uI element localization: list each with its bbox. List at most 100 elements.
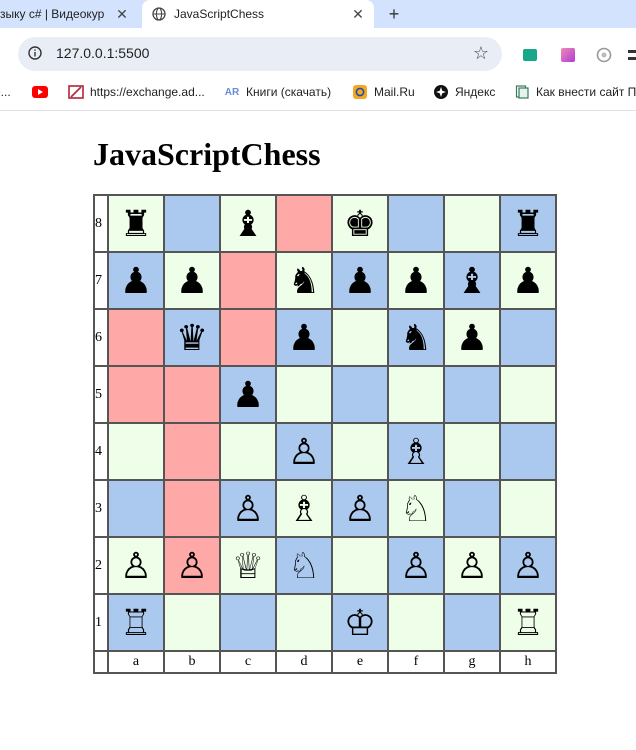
square-f6[interactable]: ♞ [387, 308, 445, 367]
bookmark-youtube[interactable] [32, 85, 54, 99]
square-d6[interactable]: ♟ [275, 308, 333, 367]
chess-piece[interactable]: ♙ [176, 546, 208, 586]
square-h6[interactable] [499, 308, 557, 367]
square-h4[interactable] [499, 422, 557, 481]
square-b5[interactable] [163, 365, 221, 424]
square-e1[interactable]: ♔ [331, 593, 389, 652]
square-d2[interactable]: ♘ [275, 536, 333, 595]
square-f1[interactable] [387, 593, 445, 652]
tab-active[interactable]: JavaScriptChess ✕ [142, 0, 374, 28]
bookmark-books[interactable]: AR Книги (скачать) [224, 85, 331, 99]
square-b6[interactable]: ♛ [163, 308, 221, 367]
extension-green-icon[interactable] [522, 47, 538, 63]
square-f5[interactable] [387, 365, 445, 424]
chess-piece[interactable]: ♙ [232, 489, 264, 529]
close-icon[interactable]: ✕ [114, 6, 130, 22]
chess-piece[interactable]: ♙ [512, 546, 544, 586]
chess-piece[interactable]: ♖ [512, 603, 544, 643]
square-e3[interactable]: ♙ [331, 479, 389, 538]
bookmark-page[interactable]: Как внести сайт П [514, 85, 636, 99]
chess-piece[interactable]: ♜ [512, 204, 544, 244]
square-a2[interactable]: ♙ [107, 536, 165, 595]
extension-gray-icon[interactable] [596, 47, 612, 63]
chess-piece[interactable]: ♙ [288, 432, 320, 472]
chess-piece[interactable]: ♙ [456, 546, 488, 586]
square-f7[interactable]: ♟ [387, 251, 445, 310]
square-g2[interactable]: ♙ [443, 536, 501, 595]
square-d8[interactable] [275, 194, 333, 253]
chess-piece[interactable]: ♜ [120, 204, 152, 244]
chess-piece[interactable]: ♙ [344, 489, 376, 529]
square-e8[interactable]: ♚ [331, 194, 389, 253]
square-c6[interactable] [219, 308, 277, 367]
square-b1[interactable] [163, 593, 221, 652]
square-g1[interactable] [443, 593, 501, 652]
chess-piece[interactable]: ♗ [400, 432, 432, 472]
square-c4[interactable] [219, 422, 277, 481]
square-g5[interactable] [443, 365, 501, 424]
square-g3[interactable] [443, 479, 501, 538]
chess-piece[interactable]: ♕ [232, 546, 264, 586]
chess-piece[interactable]: ♟ [232, 375, 264, 415]
chess-piece[interactable]: ♟ [512, 261, 544, 301]
chess-piece[interactable]: ♝ [232, 204, 264, 244]
square-d7[interactable]: ♞ [275, 251, 333, 310]
tab-inactive[interactable]: зыку c# | Видеокур ✕ [0, 0, 138, 28]
square-a3[interactable] [107, 479, 165, 538]
square-b3[interactable] [163, 479, 221, 538]
square-a5[interactable] [107, 365, 165, 424]
square-e4[interactable] [331, 422, 389, 481]
bookmark-item[interactable]: е... [0, 85, 11, 99]
square-e2[interactable] [331, 536, 389, 595]
square-g7[interactable]: ♝ [443, 251, 501, 310]
square-e5[interactable] [331, 365, 389, 424]
square-c2[interactable]: ♕ [219, 536, 277, 595]
square-c5[interactable]: ♟ [219, 365, 277, 424]
chess-piece[interactable]: ♙ [400, 546, 432, 586]
chess-piece[interactable]: ♞ [288, 261, 320, 301]
chess-piece[interactable]: ♘ [288, 546, 320, 586]
square-b4[interactable] [163, 422, 221, 481]
square-c7[interactable] [219, 251, 277, 310]
square-g6[interactable]: ♟ [443, 308, 501, 367]
close-icon[interactable]: ✕ [350, 6, 366, 22]
chess-piece[interactable]: ♚ [344, 204, 376, 244]
chess-piece[interactable]: ♝ [456, 261, 488, 301]
square-d3[interactable]: ♗ [275, 479, 333, 538]
extension-partial-icon[interactable] [626, 47, 636, 63]
square-h5[interactable] [499, 365, 557, 424]
square-e6[interactable] [331, 308, 389, 367]
square-b7[interactable]: ♟ [163, 251, 221, 310]
chess-piece[interactable]: ♟ [456, 318, 488, 358]
bookmark-star-icon[interactable]: ☆ [472, 44, 490, 62]
bookmark-exchange[interactable]: https://exchange.ad... [68, 85, 205, 99]
square-c1[interactable] [219, 593, 277, 652]
square-g4[interactable] [443, 422, 501, 481]
bookmark-yandex[interactable]: Яндекс [433, 85, 495, 99]
square-e7[interactable]: ♟ [331, 251, 389, 310]
extension-pink-icon[interactable] [560, 47, 576, 63]
chess-piece[interactable]: ♙ [120, 546, 152, 586]
chess-piece[interactable]: ♛ [176, 318, 208, 358]
chess-piece[interactable]: ♗ [288, 489, 320, 529]
info-icon[interactable] [28, 46, 42, 60]
chess-piece[interactable]: ♞ [400, 318, 432, 358]
square-a6[interactable] [107, 308, 165, 367]
square-h1[interactable]: ♖ [499, 593, 557, 652]
square-f4[interactable]: ♗ [387, 422, 445, 481]
square-b8[interactable] [163, 194, 221, 253]
chess-piece[interactable]: ♘ [400, 489, 432, 529]
square-g8[interactable] [443, 194, 501, 253]
square-d1[interactable] [275, 593, 333, 652]
square-d4[interactable]: ♙ [275, 422, 333, 481]
new-tab-button[interactable]: + [383, 3, 405, 25]
square-f2[interactable]: ♙ [387, 536, 445, 595]
square-c3[interactable]: ♙ [219, 479, 277, 538]
square-a8[interactable]: ♜ [107, 194, 165, 253]
chess-piece[interactable]: ♟ [120, 261, 152, 301]
chess-piece[interactable]: ♟ [344, 261, 376, 301]
square-f8[interactable] [387, 194, 445, 253]
chess-piece[interactable]: ♟ [288, 318, 320, 358]
square-a7[interactable]: ♟ [107, 251, 165, 310]
square-h2[interactable]: ♙ [499, 536, 557, 595]
